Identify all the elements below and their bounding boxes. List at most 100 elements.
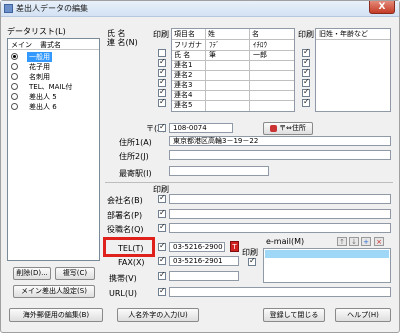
list-item[interactable]: 差出人 5 [8,93,99,102]
fax-field[interactable]: 03-5216-2901 [169,256,239,266]
joint-name-label: 連 名(N) [107,38,138,47]
department-field[interactable] [169,209,391,219]
email-list[interactable] [263,248,391,283]
move-up-icon[interactable]: ↑ [337,237,347,246]
main-radio[interactable] [11,93,18,100]
close-button[interactable]: X [369,1,395,14]
print-checkbox-joint2[interactable] [158,67,166,77]
list-item[interactable]: 一般用 [8,52,99,62]
list-item[interactable]: 花子用 [8,63,99,72]
first-name-cell[interactable]: 一郎 [251,50,267,60]
data-list[interactable]: メイン 書式名 一般用 花子用 名刺用 TEL、MAIL付 差出人 5 差出人 … [7,38,100,261]
overseas-mail-edit-button[interactable]: 海外郵便用の編集(B) [9,308,103,322]
main-radio[interactable] [11,83,18,90]
fax-print-checkbox[interactable] [158,255,166,265]
row-item-label: 連名5 [174,101,193,109]
help-button[interactable]: ヘルプ(H) [335,308,391,322]
row-item-label: 連名3 [174,81,193,89]
old-name-checkbox[interactable] [302,57,310,67]
main-radio[interactable] [11,103,18,110]
department-print-checkbox[interactable] [158,208,166,218]
address2-label: 住所2(J) [119,152,149,161]
old-name-print-label: 印刷 [298,30,314,39]
old-name-header: 旧姓・年齢など [319,30,368,38]
mobile-field[interactable] [169,271,239,281]
header-last: 姓 [208,30,215,38]
list-item-label: TEL、MAIL付 [29,83,73,91]
copy-button[interactable]: 複写(C) [55,267,95,280]
fax-label: FAX(X) [118,258,145,267]
list-item[interactable]: 差出人 6 [8,103,99,112]
name-print-label: 印刷 [153,30,169,39]
mobile-print-checkbox[interactable] [158,270,166,280]
old-name-checkbox[interactable] [302,97,310,107]
register-close-button[interactable]: 登録して閉じる [263,308,325,322]
print-checkbox-joint4[interactable] [158,87,166,97]
list-item-label: 花子用 [29,63,50,71]
zip-address-convert-button[interactable]: 〒⇔住所 [263,122,313,135]
data-list-label: データリスト(L) [7,27,66,36]
address2-field[interactable] [169,150,391,160]
zip-print-checkbox[interactable] [158,122,166,132]
move-down-icon[interactable]: ↓ [349,237,359,246]
email-print-checkbox[interactable] [248,256,256,266]
zip-field[interactable]: 108-0074 [169,123,233,133]
print-checkbox-joint5[interactable] [158,97,166,107]
old-name-checkbox[interactable] [302,87,310,97]
delete-button[interactable]: 削除(D)... [13,267,51,280]
list-header: メイン 書式名 [8,39,99,50]
position-print-checkbox[interactable] [158,222,166,232]
list-item-label: 名刺用 [29,73,50,81]
address1-field[interactable]: 東京都港区高輪3－19－22 [169,136,391,146]
phone-icon[interactable]: T [230,241,239,252]
header-item: 項目名 [174,30,195,38]
print-checkbox-joint1[interactable] [158,57,166,67]
list-item-label: 差出人 5 [29,93,57,101]
first-name-cell[interactable]: ｲﾁﾛｳ [251,40,267,50]
old-name-checkbox[interactable] [302,67,310,77]
list-item[interactable]: TEL、MAIL付 [8,83,99,92]
main-radio[interactable] [11,63,18,70]
list-item-label: 差出人 6 [29,103,57,111]
company-field[interactable] [169,194,391,204]
row-item-label: 氏 名 [174,51,191,59]
tel-highlight-box [103,237,155,257]
last-name-cell[interactable]: ﾌﾃﾞ [207,40,220,50]
list-col-name: 書式名 [40,41,61,49]
department-label: 部署名(P) [107,211,143,220]
old-name-table[interactable]: 旧姓・年齢など [315,28,391,112]
company-print-checkbox[interactable] [158,193,166,203]
last-name-cell[interactable]: 筆 [207,50,216,60]
dialog-window: 差出人データの編集 X データリスト(L) メイン 書式名 一般用 花子用 名刺… [0,0,400,333]
old-name-checkbox[interactable] [302,77,310,87]
section-divider [105,182,393,183]
company-label: 会社名(B) [107,196,143,205]
gaiji-input-button[interactable]: 人名外字の入力(U) [117,308,199,322]
address1-label: 住所1(A) [119,138,152,147]
url-field[interactable] [169,287,391,297]
station-label: 最寄駅(I) [119,169,152,178]
url-label: URL(U) [109,289,137,298]
add-email-icon[interactable]: + [361,237,371,246]
list-item-label: 一般用 [27,52,52,62]
list-item[interactable]: 名刺用 [8,73,99,82]
delete-email-icon[interactable]: × [374,237,384,246]
main-radio[interactable] [11,53,18,60]
print-checkbox-name[interactable] [158,49,166,57]
title-bar: 差出人データの編集 X [1,1,399,17]
tel-print-checkbox[interactable] [158,241,166,251]
url-print-checkbox[interactable] [158,286,166,296]
name-table[interactable]: 項目名 姓 名 フリガナ ﾌﾃﾞ ｲﾁﾛｳ 氏 名 筆 一郎 連名1 連名2 連… [171,28,295,112]
old-name-checkbox[interactable] [302,47,310,57]
main-sender-setting-button[interactable]: メイン差出人設定(S) [13,285,95,298]
mobile-label: 携帯(V) [109,274,137,283]
main-radio[interactable] [11,73,18,80]
print-checkbox-joint3[interactable] [158,77,166,87]
tel-field[interactable]: 03-5216-2900 [169,242,225,252]
email-selected-row[interactable] [265,250,389,258]
list-col-main: メイン [11,41,32,49]
position-field[interactable] [169,223,391,233]
station-field[interactable] [169,166,269,176]
window-title: 差出人データの編集 [16,4,88,13]
row-item-label: フリガナ [174,41,202,49]
